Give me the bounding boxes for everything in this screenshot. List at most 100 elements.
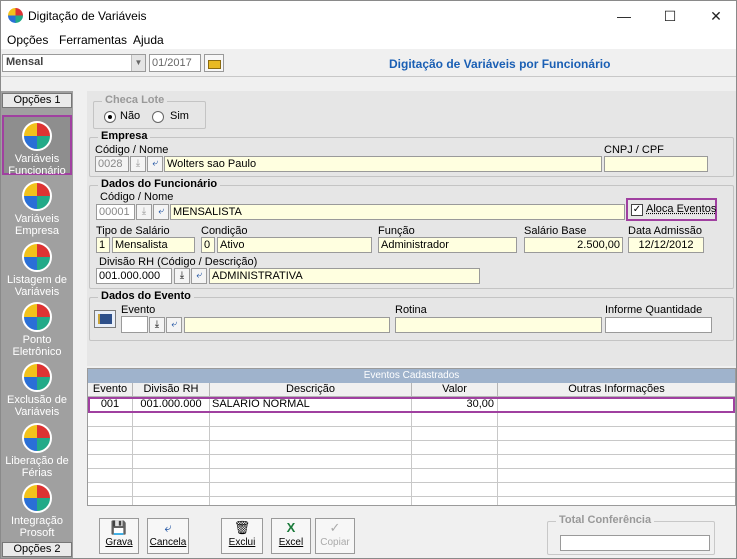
funcao-value: Administrador bbox=[378, 237, 517, 253]
evento-description-field bbox=[184, 317, 390, 333]
aloca-eventos-label: Aloca Eventos bbox=[646, 203, 717, 215]
grid-divider bbox=[88, 454, 735, 455]
grid-divider bbox=[209, 398, 210, 505]
condicao-value: Ativo bbox=[217, 237, 372, 253]
grid-divider bbox=[132, 398, 133, 505]
cancela-label: Cancela bbox=[149, 537, 187, 548]
tipo-salario-value: Mensalista bbox=[112, 237, 195, 253]
menu-opcoes[interactable]: Opções bbox=[7, 33, 48, 47]
sidebar-item-listagem-variaveis[interactable]: Listagem de Variáveis bbox=[2, 238, 72, 298]
toolbar: Mensal ▼ 01/2017 Digitação de Variáveis … bbox=[1, 50, 736, 77]
total-conferencia-title: Total Conferência bbox=[556, 514, 655, 526]
events-grid: Eventos Cadastrados Evento Divisão RH De… bbox=[87, 368, 736, 506]
excel-button[interactable]: X Excel bbox=[271, 518, 311, 554]
undo-icon[interactable]: ⤶ bbox=[153, 204, 169, 220]
evento-title: Dados do Evento bbox=[98, 290, 194, 302]
grid-divider bbox=[411, 398, 412, 505]
evento-field[interactable] bbox=[121, 316, 148, 333]
quantidade-field[interactable] bbox=[605, 317, 712, 333]
menu-bar: Opções Ferramentas Ajuda bbox=[1, 31, 736, 49]
grid-divider bbox=[88, 468, 735, 469]
divisao-rh-value: ADMINISTRATIVA bbox=[209, 268, 480, 284]
sidebar-item-label: Integração Prosoft bbox=[11, 515, 63, 539]
undo-icon[interactable]: ⤶ bbox=[191, 268, 207, 284]
empresa-group: Empresa Código / Nome 0028 ⤓ ⤶ Wolters s… bbox=[89, 130, 734, 177]
checa-lote-group: Checa Lote Não Sim bbox=[93, 94, 206, 129]
exclui-button[interactable]: 🗑 Exclui bbox=[221, 518, 263, 554]
divisao-rh-code[interactable]: 001.000.000 bbox=[96, 268, 172, 284]
sidebar-item-label: Liberação de Férias bbox=[5, 455, 69, 479]
excel-icon: X bbox=[286, 520, 296, 535]
condicao-label: Condição bbox=[201, 225, 248, 237]
funcionario-title: Dados do Funcionário bbox=[98, 178, 221, 190]
sidebar-item-ponto-eletronico[interactable]: Ponto Eletrônico bbox=[2, 298, 72, 358]
download-icon[interactable]: ⤓ bbox=[149, 317, 165, 333]
close-button[interactable]: ✕ bbox=[693, 1, 736, 31]
sidebar-bottom-label[interactable]: Opções 2 bbox=[2, 542, 72, 557]
column-header-divisao[interactable]: Divisão RH bbox=[133, 383, 210, 397]
funcionario-code-field[interactable]: 00001 bbox=[96, 204, 135, 220]
sidebar-item-label: Variáveis Funcionário bbox=[8, 153, 66, 177]
column-header-outras[interactable]: Outras Informações bbox=[498, 383, 735, 397]
empresa-code-label: Código / Nome bbox=[95, 144, 169, 156]
menu-ajuda[interactable]: Ajuda bbox=[133, 33, 164, 47]
data-admissao-label: Data Admissão bbox=[628, 225, 702, 237]
save-icon: 💾 bbox=[110, 520, 128, 535]
radio-nao[interactable] bbox=[104, 111, 116, 123]
download-icon[interactable]: ⤓ bbox=[174, 268, 190, 284]
sidebar-item-label: Variáveis Empresa bbox=[14, 213, 60, 237]
app-icon bbox=[8, 8, 23, 23]
download-icon[interactable]: ⤓ bbox=[136, 204, 152, 220]
column-header-valor[interactable]: Valor bbox=[412, 383, 498, 397]
tipo-salario-label: Tipo de Salário bbox=[96, 225, 170, 237]
excel-label: Excel bbox=[278, 537, 304, 548]
column-header-descricao[interactable]: Descrição bbox=[210, 383, 412, 397]
book-icon[interactable] bbox=[94, 310, 116, 328]
undo-icon[interactable]: ⤶ bbox=[166, 317, 182, 333]
grava-label: Grava bbox=[105, 537, 133, 548]
maximize-button[interactable]: ☐ bbox=[647, 1, 693, 31]
rotina-field bbox=[395, 317, 602, 333]
grid-divider bbox=[88, 496, 735, 497]
grid-divider bbox=[88, 440, 735, 441]
cancela-button[interactable]: ⤶ Cancela bbox=[147, 518, 189, 554]
sidebar-item-integracao-prosoft[interactable]: Integração Prosoft bbox=[2, 479, 72, 539]
empresa-title: Empresa bbox=[98, 130, 151, 142]
sidebar-top-label[interactable]: Opções 1 bbox=[2, 93, 72, 108]
total-conferencia-field bbox=[560, 535, 710, 551]
integracao-prosoft-icon bbox=[22, 483, 52, 513]
grava-button[interactable]: 💾 Grava bbox=[99, 518, 139, 554]
variaveis-empresa-icon bbox=[22, 181, 52, 211]
exclui-label: Exclui bbox=[228, 537, 256, 548]
undo-icon[interactable]: ⤶ bbox=[147, 156, 163, 172]
sidebar-item-liberacao-ferias[interactable]: Liberação de Férias bbox=[2, 419, 72, 479]
minimize-button[interactable]: — bbox=[601, 1, 647, 31]
sidebar-item-variaveis-funcionario[interactable]: Variáveis Funcionário bbox=[2, 115, 72, 177]
sidebar-item-exclusao-variaveis[interactable]: Exclusão de Variáveis bbox=[2, 358, 72, 418]
empresa-code-field[interactable]: 0028 bbox=[95, 156, 129, 172]
folder-open-icon[interactable] bbox=[204, 54, 224, 72]
period-value: Mensal bbox=[6, 56, 44, 68]
app-window: Digitação de Variáveis — ☐ ✕ Opções Ferr… bbox=[0, 0, 737, 559]
copiar-button[interactable]: ✓ Copiar bbox=[315, 518, 355, 554]
menu-ferramentas[interactable]: Ferramentas bbox=[59, 33, 127, 47]
month-field[interactable]: 01/2017 bbox=[149, 54, 201, 72]
aloca-eventos-checkbox[interactable]: ✓ bbox=[631, 204, 643, 216]
column-header-evento[interactable]: Evento bbox=[88, 383, 133, 397]
chevron-down-icon[interactable]: ▼ bbox=[131, 55, 145, 71]
checkmark-icon: ✓ bbox=[329, 520, 341, 535]
sidebar-item-variaveis-empresa[interactable]: Variáveis Empresa bbox=[2, 177, 72, 237]
funcionario-name-field: MENSALISTA bbox=[170, 204, 625, 220]
condicao-code: 0 bbox=[201, 237, 215, 253]
salario-base-value: 2.500,00 bbox=[524, 237, 623, 253]
grid-divider bbox=[497, 398, 498, 505]
period-select[interactable]: Mensal ▼ bbox=[2, 54, 146, 72]
title-bar: Digitação de Variáveis — ☐ ✕ bbox=[1, 1, 736, 31]
radio-sim[interactable] bbox=[152, 111, 164, 123]
sidebar-item-label: Ponto Eletrônico bbox=[12, 334, 62, 358]
download-icon[interactable]: ⤓ bbox=[130, 156, 146, 172]
undo-icon: ⤶ bbox=[164, 520, 172, 535]
exclusao-variaveis-icon bbox=[22, 362, 52, 392]
window-title: Digitação de Variáveis bbox=[28, 9, 147, 23]
copiar-label: Copiar bbox=[320, 537, 350, 548]
